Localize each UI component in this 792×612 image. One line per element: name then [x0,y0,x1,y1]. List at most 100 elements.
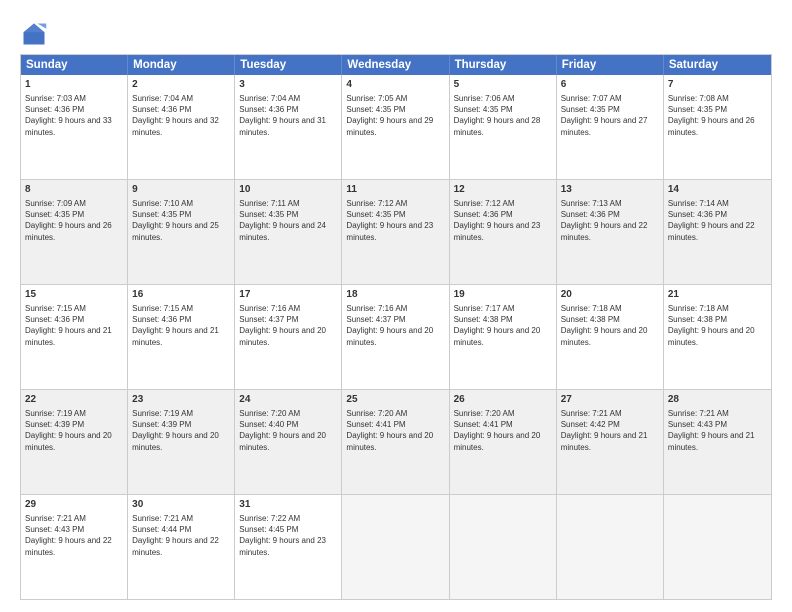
header-cell-friday: Friday [557,55,664,75]
day-number: 16 [132,288,230,302]
cell-info: Sunrise: 7:22 AMSunset: 4:45 PMDaylight:… [239,514,326,557]
cell-info: Sunrise: 7:06 AMSunset: 4:35 PMDaylight:… [454,94,541,137]
day-number: 10 [239,183,337,197]
cell-info: Sunrise: 7:17 AMSunset: 4:38 PMDaylight:… [454,304,541,347]
day-number: 9 [132,183,230,197]
calendar-cell: 4Sunrise: 7:05 AMSunset: 4:35 PMDaylight… [342,75,449,179]
calendar-cell: 18 Sunrise: 7:16 AMSunset: 4:37 PMDayligh… [342,285,449,389]
calendar-cell [342,495,449,599]
calendar-cell: 17 Sunrise: 7:16 AMSunset: 4:37 PMDayligh… [235,285,342,389]
calendar-body: 1Sunrise: 7:03 AMSunset: 4:36 PMDaylight… [21,75,771,599]
header-cell-sunday: Sunday [21,55,128,75]
day-number: 21 [668,288,767,302]
calendar-cell: 21 Sunrise: 7:18 AMSunset: 4:38 PMDayligh… [664,285,771,389]
calendar-cell: 2 Sunrise: 7:04 AMSunset: 4:36 PMDaylight… [128,75,235,179]
day-number: 4 [346,78,444,92]
day-number: 3 [239,78,337,92]
calendar-cell: 14 Sunrise: 7:14 AMSunset: 4:36 PMDayligh… [664,180,771,284]
cell-info: Sunrise: 7:15 AMSunset: 4:36 PMDaylight:… [132,304,219,347]
day-number: 5 [454,78,552,92]
calendar-cell: 13 Sunrise: 7:13 AMSunset: 4:36 PMDayligh… [557,180,664,284]
cell-info: Sunrise: 7:04 AMSunset: 4:36 PMDaylight:… [132,94,219,137]
day-number: 20 [561,288,659,302]
calendar-cell: 20Sunrise: 7:18 AMSunset: 4:38 PMDayligh… [557,285,664,389]
calendar-cell [664,495,771,599]
calendar-cell: 7 Sunrise: 7:08 AMSunset: 4:35 PMDaylight… [664,75,771,179]
calendar-cell: 25 Sunrise: 7:20 AMSunset: 4:41 PMDayligh… [342,390,449,494]
day-number: 23 [132,393,230,407]
day-number: 14 [668,183,767,197]
day-number: 31 [239,498,337,512]
day-number: 18 [346,288,444,302]
day-number: 28 [668,393,767,407]
day-number: 6 [561,78,659,92]
calendar-cell: 16 Sunrise: 7:15 AMSunset: 4:36 PMDayligh… [128,285,235,389]
calendar-cell: 9 Sunrise: 7:10 AMSunset: 4:35 PMDaylight… [128,180,235,284]
cell-info: Sunrise: 7:09 AMSunset: 4:35 PMDaylight:… [25,199,112,242]
calendar-cell: 6 Sunrise: 7:07 AMSunset: 4:35 PMDaylight… [557,75,664,179]
cell-info: Sunrise: 7:14 AMSunset: 4:36 PMDaylight:… [668,199,755,242]
header-cell-monday: Monday [128,55,235,75]
cell-info: Sunrise: 7:19 AMSunset: 4:39 PMDaylight:… [132,409,219,452]
day-number: 30 [132,498,230,512]
calendar-cell: 24Sunrise: 7:20 AMSunset: 4:40 PMDayligh… [235,390,342,494]
cell-info: Sunrise: 7:21 AMSunset: 4:44 PMDaylight:… [132,514,219,557]
calendar-cell: 1Sunrise: 7:03 AMSunset: 4:36 PMDaylight… [21,75,128,179]
cell-info: Sunrise: 7:07 AMSunset: 4:35 PMDaylight:… [561,94,648,137]
day-number: 19 [454,288,552,302]
calendar-cell: 5 Sunrise: 7:06 AMSunset: 4:35 PMDaylight… [450,75,557,179]
cell-info: Sunrise: 7:10 AMSunset: 4:35 PMDaylight:… [132,199,219,242]
day-number: 25 [346,393,444,407]
calendar-cell: 29Sunrise: 7:21 AMSunset: 4:43 PMDayligh… [21,495,128,599]
day-number: 26 [454,393,552,407]
calendar-cell: 3 Sunrise: 7:04 AMSunset: 4:36 PMDaylight… [235,75,342,179]
day-number: 8 [25,183,123,197]
day-number: 29 [25,498,123,512]
header-cell-wednesday: Wednesday [342,55,449,75]
calendar-cell: 19 Sunrise: 7:17 AMSunset: 4:38 PMDayligh… [450,285,557,389]
cell-info: Sunrise: 7:20 AMSunset: 4:41 PMDaylight:… [346,409,433,452]
cell-info: Sunrise: 7:20 AMSunset: 4:40 PMDaylight:… [239,409,326,452]
page: SundayMondayTuesdayWednesdayThursdayFrid… [0,0,792,612]
calendar-cell: 30 Sunrise: 7:21 AMSunset: 4:44 PMDayligh… [128,495,235,599]
day-number: 7 [668,78,767,92]
calendar-cell: 12 Sunrise: 7:12 AMSunset: 4:36 PMDayligh… [450,180,557,284]
day-number: 2 [132,78,230,92]
cell-info: Sunrise: 7:21 AMSunset: 4:43 PMDaylight:… [668,409,755,452]
calendar-cell: 28 Sunrise: 7:21 AMSunset: 4:43 PMDayligh… [664,390,771,494]
day-number: 17 [239,288,337,302]
day-number: 11 [346,183,444,197]
logo-icon [20,20,48,48]
cell-info: Sunrise: 7:21 AMSunset: 4:42 PMDaylight:… [561,409,648,452]
calendar-row: 15 Sunrise: 7:15 AMSunset: 4:36 PMDayligh… [21,284,771,389]
calendar-cell: 10 Sunrise: 7:11 AMSunset: 4:35 PMDayligh… [235,180,342,284]
day-number: 15 [25,288,123,302]
cell-info: Sunrise: 7:13 AMSunset: 4:36 PMDaylight:… [561,199,648,242]
header-cell-tuesday: Tuesday [235,55,342,75]
cell-info: Sunrise: 7:19 AMSunset: 4:39 PMDaylight:… [25,409,112,452]
calendar-cell: 23 Sunrise: 7:19 AMSunset: 4:39 PMDayligh… [128,390,235,494]
cell-info: Sunrise: 7:18 AMSunset: 4:38 PMDaylight:… [668,304,755,347]
cell-info: Sunrise: 7:12 AMSunset: 4:36 PMDaylight:… [454,199,541,242]
calendar-cell: 31 Sunrise: 7:22 AMSunset: 4:45 PMDayligh… [235,495,342,599]
day-number: 13 [561,183,659,197]
header-cell-thursday: Thursday [450,55,557,75]
cell-info: Sunrise: 7:20 AMSunset: 4:41 PMDaylight:… [454,409,541,452]
day-number: 27 [561,393,659,407]
calendar-header: SundayMondayTuesdayWednesdayThursdayFrid… [21,55,771,75]
calendar-cell [450,495,557,599]
cell-info: Sunrise: 7:16 AMSunset: 4:37 PMDaylight:… [346,304,433,347]
calendar-cell: 22Sunrise: 7:19 AMSunset: 4:39 PMDayligh… [21,390,128,494]
cell-info: Sunrise: 7:11 AMSunset: 4:35 PMDaylight:… [239,199,326,242]
logo [20,20,52,48]
calendar-row: 22Sunrise: 7:19 AMSunset: 4:39 PMDayligh… [21,389,771,494]
cell-info: Sunrise: 7:16 AMSunset: 4:37 PMDaylight:… [239,304,326,347]
cell-info: Sunrise: 7:08 AMSunset: 4:35 PMDaylight:… [668,94,755,137]
calendar: SundayMondayTuesdayWednesdayThursdayFrid… [20,54,772,600]
calendar-cell: 27 Sunrise: 7:21 AMSunset: 4:42 PMDayligh… [557,390,664,494]
calendar-row: 1Sunrise: 7:03 AMSunset: 4:36 PMDaylight… [21,75,771,179]
calendar-row: 29Sunrise: 7:21 AMSunset: 4:43 PMDayligh… [21,494,771,599]
cell-info: Sunrise: 7:04 AMSunset: 4:36 PMDaylight:… [239,94,326,137]
calendar-cell [557,495,664,599]
day-number: 12 [454,183,552,197]
